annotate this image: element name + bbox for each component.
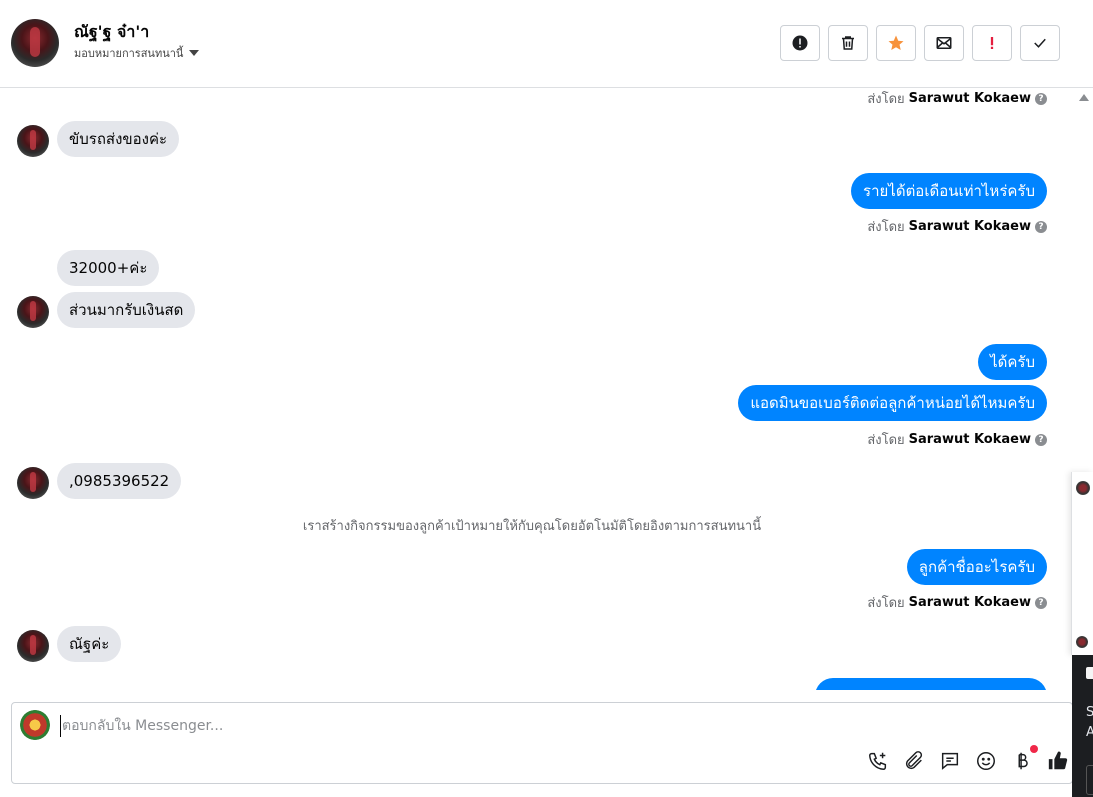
help-icon[interactable]: ? [1035, 92, 1047, 105]
preview-avatar-small [1076, 636, 1088, 648]
reply-composer [11, 702, 1073, 784]
notification-dot [1030, 745, 1038, 753]
reply-input[interactable] [60, 715, 860, 737]
composer-toolbar [866, 745, 1070, 773]
outgoing-message[interactable]: ได้ครับ [978, 344, 1047, 380]
follow-up-button[interactable] [972, 25, 1012, 61]
sent-by-label: ส่งโดย Sarawut Kokaew ? [867, 429, 1047, 450]
mark-spam-button[interactable] [780, 25, 820, 61]
outgoing-message[interactable]: ลูกค้าชื่ออะไรครับ [906, 549, 1047, 585]
sent-by-label: ส่งโดย Sarawut Kokaew ? [867, 592, 1047, 613]
conversation-actions [780, 25, 1060, 61]
conversation-header: ณัฐ'ฐ จ๋า'า มอบหมายการสนทนานี้ [0, 0, 1093, 88]
dark-popup-panel[interactable]: S A [1072, 655, 1093, 797]
preview-avatar [1076, 481, 1090, 495]
help-icon[interactable]: ? [1035, 433, 1047, 446]
outgoing-message[interactable]: แอดมินขอเบอร์ติดต่อลูกค้าหน่อยได้ไหมครับ [738, 385, 1047, 421]
chat-bubble-icon [941, 752, 959, 770]
incoming-message[interactable]: ขับรถส่งของค่ะ [57, 121, 180, 157]
outgoing-message[interactable]: รายได้ต่อเดือนเท่าไหร่ครับ [851, 173, 1047, 209]
alert-circle-icon [792, 35, 808, 51]
like-button[interactable] [1046, 749, 1070, 773]
inbox-conversation-view: ณัฐ'ฐ จ๋า'า มอบหมายการสนทนานี้ ส่งโดย Sa… [0, 0, 1093, 797]
page-avatar [20, 710, 50, 740]
incoming-message[interactable]: ส่วนมากรับเงินสด [57, 292, 196, 328]
contact-avatar-small[interactable] [17, 296, 49, 328]
help-icon[interactable]: ? [1035, 596, 1047, 609]
contact-name[interactable]: ณัฐ'ฐ จ๋า'า [74, 20, 149, 45]
contact-avatar[interactable] [11, 19, 59, 67]
sent-by-label: ส่งโดย Sarawut Kokaew ? [867, 216, 1047, 237]
contact-avatar-small[interactable] [17, 467, 49, 499]
phone-plus-icon [869, 752, 887, 770]
sent-by-label: ส่งโดย Sarawut Kokaew ? [867, 88, 1047, 109]
message-thread[interactable]: ส่งโดย Sarawut Kokaew ? ขับรถส่งของค่ะ ร… [0, 88, 1072, 690]
calendar-icon [1086, 667, 1093, 679]
envelope-icon [936, 37, 952, 49]
assign-conversation-dropdown[interactable]: มอบหมายการสนทนานี้ [74, 44, 200, 62]
attach-button[interactable] [902, 749, 926, 773]
payment-button[interactable] [1010, 745, 1038, 773]
incoming-message[interactable]: ,0985396522 [57, 463, 182, 499]
baht-icon [1018, 752, 1028, 770]
popup-button[interactable] [1086, 765, 1093, 795]
scroll-up-arrow-icon[interactable] [1079, 94, 1089, 101]
popup-text-s: S [1086, 705, 1093, 720]
smiley-icon [977, 752, 995, 770]
incoming-message[interactable]: 32000+ค่ะ [57, 250, 160, 286]
assign-label: มอบหมายการสนทนานี้ [74, 47, 184, 60]
side-preview-panel[interactable] [1071, 472, 1093, 655]
help-icon[interactable]: ? [1035, 220, 1047, 233]
outgoing-message-cropped[interactable] [815, 678, 1047, 690]
mark-unread-button[interactable] [924, 25, 964, 61]
saved-replies-button[interactable] [938, 749, 962, 773]
system-note: เราสร้างกิจกรรมของลูกค้าเป้าหมายให้กับคุ… [302, 519, 762, 534]
paperclip-icon [905, 751, 923, 770]
incoming-message[interactable]: ณัฐค่ะ [57, 626, 122, 662]
star-icon [888, 35, 904, 51]
contact-avatar-small[interactable] [17, 630, 49, 662]
contact-avatar-small[interactable] [17, 125, 49, 157]
thumbs-up-icon [1048, 751, 1068, 770]
mark-done-button[interactable] [1020, 25, 1060, 61]
emoji-button[interactable] [974, 749, 998, 773]
check-icon [1034, 38, 1046, 48]
delete-button[interactable] [828, 25, 868, 61]
caret-down-icon [189, 50, 200, 56]
star-button[interactable] [876, 25, 916, 61]
call-button[interactable] [866, 749, 890, 773]
trash-icon [842, 36, 854, 50]
exclamation-icon [990, 37, 994, 49]
popup-text-a: A [1086, 725, 1093, 740]
